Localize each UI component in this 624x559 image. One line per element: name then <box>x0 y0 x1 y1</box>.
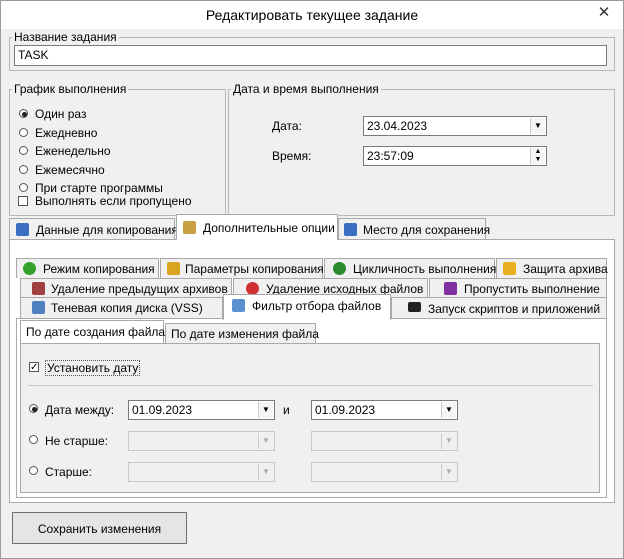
date-between-to-value: 01.09.2023 <box>315 403 376 417</box>
subtab-vss[interactable]: Теневая копия диска (VSS) <box>20 297 223 318</box>
close-icon: ✕ <box>597 4 611 21</box>
options-icon <box>183 221 196 234</box>
schedule-once-radio[interactable] <box>19 109 28 118</box>
date-value: 23.04.2023 <box>367 119 428 133</box>
save-changes-button[interactable]: Сохранить изменения <box>12 512 187 544</box>
date-between-from[interactable]: 01.09.2023 ▼ <box>128 400 275 420</box>
cycle-icon <box>333 262 346 275</box>
params-icon <box>167 262 180 275</box>
archive-delete-icon <box>32 282 45 295</box>
date-between-radio[interactable] <box>29 404 38 413</box>
tab-save-location[interactable]: Место для сохранения <box>338 218 490 239</box>
title-bar: Редактировать текущее задание ✕ <box>1 1 623 29</box>
subtab-copy-params[interactable]: Параметры копирования <box>160 258 324 278</box>
date-between-to[interactable]: 01.09.2023 ▼ <box>311 400 458 420</box>
tab-additional-options[interactable]: Дополнительные опции <box>176 214 338 240</box>
plus-icon <box>23 262 36 275</box>
terminal-icon <box>408 302 421 312</box>
skip-icon <box>444 282 457 295</box>
older-radio[interactable] <box>29 466 38 475</box>
vss-icon <box>32 301 45 314</box>
subtab-run-scripts[interactable]: Запуск скриптов и приложений <box>391 297 607 318</box>
schedule-weekly-radio[interactable] <box>19 146 28 155</box>
chevron-down-icon[interactable]: ▼ <box>258 402 273 418</box>
subtab-skip-run[interactable]: Пропустить выполнение <box>429 278 607 298</box>
subtab-copy-mode[interactable]: Режим копирования <box>16 258 159 278</box>
schedule-monthly-radio[interactable] <box>19 164 28 174</box>
older-unit-select[interactable]: ▼ <box>311 462 458 482</box>
chevron-down-icon[interactable]: ▼ <box>441 402 456 418</box>
time-label: Время: <box>272 149 312 163</box>
not-older-label: Не старше: <box>45 434 109 448</box>
separator <box>28 385 593 386</box>
schedule-on-startup-radio[interactable] <box>19 183 28 192</box>
schedule-weekly-label: Еженедельно <box>35 144 111 158</box>
schedule-daily-label: Ежедневно <box>35 125 98 140</box>
time-value: 23:57:09 <box>367 149 414 163</box>
time-spinner[interactable]: 23:57:09 ▲ ▼ <box>363 146 547 166</box>
not-older-select[interactable]: ▼ <box>128 431 275 451</box>
not-older-unit-select[interactable]: ▼ <box>311 431 458 451</box>
subtab-delete-prev-archives[interactable]: Удаление предыдущих архивов <box>20 278 232 298</box>
task-name-input[interactable]: TASK <box>14 45 607 66</box>
tab-data-for-copying[interactable]: Данные для копирования <box>9 218 178 239</box>
run-if-missed-label: Выполнять если пропущено <box>35 194 192 208</box>
not-older-radio[interactable] <box>29 435 38 444</box>
save-location-icon <box>344 223 357 236</box>
filter-icon <box>232 299 245 312</box>
schedule-on-startup-label: При старте программы <box>35 181 163 195</box>
older-label: Старше: <box>45 465 93 479</box>
chevron-down-icon[interactable]: ▼ <box>441 464 456 480</box>
chevron-down-icon[interactable]: ▼ <box>530 118 545 134</box>
schedule-once-label: Один раз <box>35 107 87 121</box>
data-icon <box>16 223 29 236</box>
subtab-file-filter[interactable]: Фильтр отбора файлов <box>223 294 391 320</box>
schedule-daily-radio[interactable] <box>19 127 28 137</box>
date-between-label: Дата между: <box>45 403 115 417</box>
spinner-arrows-icon[interactable]: ▲ ▼ <box>530 148 545 164</box>
tab-by-creation-date[interactable]: По дате создания файла <box>20 320 165 343</box>
lock-icon <box>503 262 516 275</box>
chevron-down-icon[interactable]: ▼ <box>441 433 456 449</box>
datetime-label: Дата и время выполнения <box>231 82 381 96</box>
task-name-label: Название задания <box>12 30 119 44</box>
close-button[interactable]: ✕ <box>589 2 619 26</box>
chevron-down-icon[interactable]: ▼ <box>258 433 273 449</box>
schedule-label: График выполнения <box>12 82 129 96</box>
chevron-down-icon[interactable]: ▼ <box>258 464 273 480</box>
date-between-from-value: 01.09.2023 <box>132 403 193 417</box>
subtab-archive-protection[interactable]: Защита архива <box>496 258 608 278</box>
subtab-cycle[interactable]: Цикличность выполнения <box>324 258 496 278</box>
set-date-checkbox[interactable]: ✓ <box>29 362 39 373</box>
run-if-missed-checkbox[interactable] <box>18 196 28 206</box>
schedule-monthly-label: Ежемесячно <box>35 162 105 177</box>
date-label: Дата: <box>272 119 302 133</box>
date-picker[interactable]: 23.04.2023 ▼ <box>363 116 547 136</box>
window-title: Редактировать текущее задание <box>205 7 419 23</box>
and-label: и <box>283 403 290 417</box>
older-select[interactable]: ▼ <box>128 462 275 482</box>
tab-by-modification-date[interactable]: По дате изменения файла <box>165 323 319 343</box>
set-date-label: Установить дату <box>45 360 141 376</box>
